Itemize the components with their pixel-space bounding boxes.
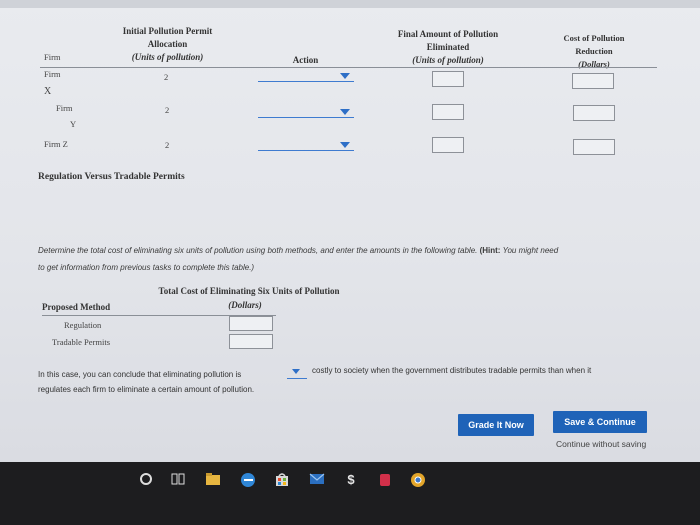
edge-icon[interactable]	[240, 472, 256, 488]
header-rule	[40, 67, 657, 68]
grade-it-now-button[interactable]: Grade It Now	[458, 414, 534, 436]
final-amount-header-line1: Final Amount of Pollution	[397, 29, 499, 39]
conclusion-line2: regulates each firm to eliminate a certa…	[38, 385, 255, 394]
row-z-action-dropdown[interactable]	[258, 150, 354, 151]
row-x-final-amount-input[interactable]	[432, 71, 464, 87]
initial-permit-header-line1: Initial Pollution Permit	[122, 26, 213, 36]
initial-permit-header: Initial Pollution Permit Allocation (Uni…	[100, 25, 235, 64]
conclusion-post: costly to society when the government di…	[312, 366, 592, 375]
regulation-cost-input[interactable]	[229, 316, 273, 331]
tradable-permits-cost-input[interactable]	[229, 334, 273, 349]
action-header: Action	[292, 55, 319, 65]
cost-header-line2: Reduction	[575, 46, 613, 56]
instruction-hint: (Hint:	[479, 246, 501, 255]
conclusion-dropdown-arrow-icon[interactable]	[292, 369, 300, 374]
row-z-final-amount-input[interactable]	[432, 137, 464, 153]
firm-column-header: Firm	[44, 52, 61, 62]
circle-icon[interactable]	[138, 472, 154, 488]
instruction-text-b: You might need	[500, 246, 559, 255]
section-title: Regulation Versus Tradable Permits	[38, 172, 185, 182]
row-y-permits: 2	[165, 105, 170, 115]
row-y-dropdown-arrow-icon[interactable]	[340, 109, 350, 115]
instruction-line2: to get information from previous tasks t…	[38, 263, 255, 272]
task-view-icon[interactable]	[170, 472, 186, 488]
row-x-permits: 2	[164, 72, 169, 82]
conclusion-dropdown[interactable]	[287, 378, 307, 379]
row-z-cost-input[interactable]	[573, 139, 615, 155]
row-y-action-dropdown[interactable]	[258, 117, 354, 118]
browser-page: Initial Pollution Permit Allocation (Uni…	[0, 0, 700, 462]
final-amount-header-line2: Eliminated	[426, 42, 470, 52]
row-z-label: Firm Z	[44, 139, 68, 149]
file-explorer-icon[interactable]	[205, 472, 221, 488]
save-continue-button[interactable]: Save & Continue	[553, 411, 647, 433]
row-x-cost-input[interactable]	[572, 73, 614, 89]
mail-icon[interactable]	[309, 472, 325, 488]
row-y-final-amount-input[interactable]	[432, 104, 464, 120]
cost-header-line1: Cost of Pollution	[563, 33, 625, 43]
chrome-icon[interactable]	[410, 472, 426, 488]
regulation-label: Regulation	[64, 320, 102, 330]
top-edge	[0, 0, 700, 8]
row-z-permits: 2	[165, 140, 170, 150]
app-icon[interactable]	[377, 472, 393, 488]
instruction-text-a: Determine the total cost of eliminating …	[38, 246, 480, 255]
final-amount-header-line3: (Units of pollution)	[412, 55, 484, 65]
continue-without-saving-link[interactable]: Continue without saving	[556, 439, 646, 449]
initial-permit-header-line2: Allocation	[147, 39, 188, 49]
row-x-label: Firm	[44, 69, 61, 79]
row-y-letter: Y	[70, 119, 77, 129]
cost-header-line3: (Dollars)	[578, 59, 610, 69]
store-icon[interactable]	[274, 472, 290, 488]
row-x-letter: X	[44, 86, 52, 97]
row-y-cost-input[interactable]	[573, 105, 615, 121]
final-amount-header: Final Amount of Pollution Eliminated (Un…	[378, 28, 518, 67]
proposed-method-header: Proposed Method	[42, 302, 111, 312]
tradable-permits-label: Tradable Permits	[52, 337, 111, 347]
row-x-dropdown-arrow-icon[interactable]	[340, 73, 350, 79]
cost-header: Cost of Pollution Reduction (Dollars)	[548, 32, 640, 71]
instruction-line1: Determine the total cost of eliminating …	[38, 246, 558, 255]
row-z-dropdown-arrow-icon[interactable]	[340, 142, 350, 148]
conclusion-pre: In this case, you can conclude that elim…	[38, 370, 242, 379]
row-y-label: Firm	[56, 103, 73, 113]
initial-permit-header-line3: (Units of pollution)	[131, 52, 204, 62]
dollar-icon[interactable]: $	[343, 472, 359, 488]
row-x-action-dropdown[interactable]	[258, 81, 354, 82]
total-cost-header: Total Cost of Eliminating Six Units of P…	[158, 286, 340, 296]
total-cost-subheader: (Dollars)	[228, 300, 262, 310]
